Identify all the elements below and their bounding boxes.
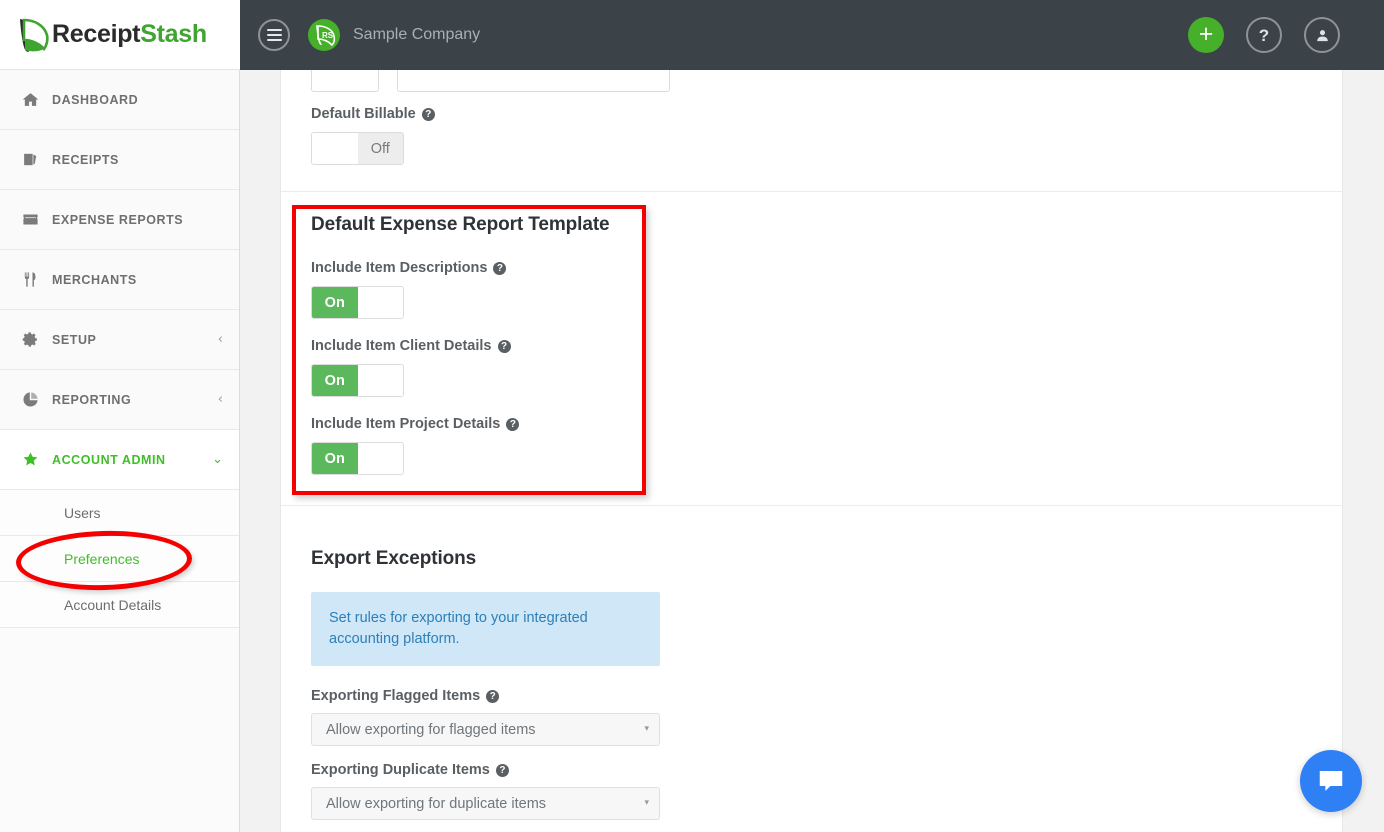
receipts-icon <box>22 151 48 168</box>
toggle-on-half: On <box>312 365 358 396</box>
sidebar-item-reporting[interactable]: REPORTING ‹ <box>0 370 239 430</box>
svg-text:RS: RS <box>322 31 334 40</box>
sidebar: DASHBOARD RECEIPTS EXPENSE REPORTS MERCH… <box>0 70 240 832</box>
sidebar-item-preferences[interactable]: Preferences <box>0 536 239 582</box>
include-item-descriptions-toggle[interactable]: On <box>311 286 404 319</box>
sidebar-item-label: ACCOUNT ADMIN <box>52 452 166 467</box>
toggle-on-half: On <box>312 287 358 318</box>
info-banner: Set rules for exporting to your integrat… <box>311 592 660 666</box>
sidebar-item-label: REPORTING <box>52 392 132 407</box>
default-billable-toggle[interactable]: Off <box>311 132 404 165</box>
chevron-left-icon: ‹ <box>217 392 223 407</box>
exporting-flagged-items-field: Exporting Flagged Items ? Allow exportin… <box>311 688 1342 746</box>
topbar-actions: + ? <box>1188 17 1340 53</box>
toggle-on-half <box>312 133 358 164</box>
toggle-off-half: Off <box>357 133 403 164</box>
toggle-off-half <box>357 443 403 474</box>
sidebar-item-label: SETUP <box>52 332 97 347</box>
chevron-down-icon: ⌄ <box>212 452 223 467</box>
field-label: Include Item Descriptions ? <box>311 260 1342 276</box>
hamburger-menu-icon[interactable] <box>258 19 290 51</box>
chevron-down-icon: ▾ <box>644 798 649 808</box>
exporting-duplicate-items-select[interactable]: Allow exporting for duplicate items ▾ <box>311 787 660 820</box>
main-content: Default Billable ? Off Default Expense R… <box>240 70 1384 832</box>
home-icon <box>22 91 48 108</box>
sidebar-item-label: MERCHANTS <box>52 272 137 287</box>
toggle-on-half: On <box>312 443 358 474</box>
sidebar-item-label: EXPENSE REPORTS <box>52 212 184 227</box>
help-icon[interactable]: ? <box>421 107 435 121</box>
include-item-project-details-toggle[interactable]: On <box>311 442 404 475</box>
star-icon <box>22 451 48 468</box>
section-title: Default Expense Report Template <box>311 214 610 235</box>
exporting-flagged-items-select[interactable]: Allow exporting for flagged items ▾ <box>311 713 660 746</box>
partially-visible-field-row <box>281 70 1342 92</box>
include-item-client-details-toggle[interactable]: On <box>311 364 404 397</box>
brand-logo[interactable]: ReceiptStash <box>0 0 240 70</box>
add-button[interactable]: + <box>1188 17 1224 53</box>
help-icon[interactable]: ? <box>495 763 509 777</box>
chevron-down-icon: ▾ <box>644 724 649 734</box>
help-icon[interactable]: ? <box>506 417 520 431</box>
merchants-icon <box>22 271 48 288</box>
sidebar-item-users[interactable]: Users <box>0 490 239 536</box>
exporting-duplicate-items-field: Exporting Duplicate Items ? Allow export… <box>311 762 1342 820</box>
plus-icon: + <box>1198 19 1214 48</box>
help-icon[interactable]: ? <box>497 339 511 353</box>
field-label: Exporting Duplicate Items ? <box>311 762 1342 778</box>
sidebar-item-label: DASHBOARD <box>52 92 139 107</box>
include-item-project-details-field: Include Item Project Details ? On <box>311 416 1342 475</box>
currency-input-stub[interactable] <box>311 70 379 92</box>
sidebar-item-account-admin[interactable]: ACCOUNT ADMIN ⌄ <box>0 430 239 490</box>
toggle-off-half <box>357 287 403 318</box>
sidebar-item-dashboard[interactable]: DASHBOARD <box>0 70 239 130</box>
field-label: Include Item Client Details ? <box>311 338 1342 354</box>
expense-reports-icon <box>22 211 48 228</box>
top-bar: RS Sample Company + ? <box>240 0 1384 70</box>
organization-name: Sample Company <box>353 26 481 43</box>
default-billable-section: Default Billable ? Off <box>281 92 1342 191</box>
sidebar-item-setup[interactable]: SETUP ‹ <box>0 310 239 370</box>
help-icon[interactable]: ? <box>493 261 507 275</box>
field-label: Exporting Flagged Items ? <box>311 688 1342 704</box>
chevron-left-icon: ‹ <box>217 332 223 347</box>
sidebar-item-merchants[interactable]: MERCHANTS <box>0 250 239 310</box>
account-button[interactable] <box>1304 17 1340 53</box>
receipt-stash-logo-icon <box>16 16 50 54</box>
expense-report-template-section: Default Expense Report Template Include … <box>281 192 1342 505</box>
select-value: Allow exporting for duplicate items <box>326 795 547 812</box>
user-account-icon <box>1316 29 1328 41</box>
avatar[interactable]: RS <box>308 19 340 51</box>
sidebar-item-receipts[interactable]: RECEIPTS <box>0 130 239 190</box>
text-input-stub[interactable] <box>397 70 670 92</box>
help-icon[interactable]: ? <box>486 689 500 703</box>
sidebar-item-expense-reports[interactable]: EXPENSE REPORTS <box>0 190 239 250</box>
gear-icon <box>22 331 48 348</box>
brand-name: ReceiptStash <box>52 20 207 48</box>
question-mark-icon: ? <box>1258 25 1270 45</box>
pie-chart-icon <box>22 391 48 408</box>
include-item-client-details-field: Include Item Client Details ? On <box>311 338 1342 397</box>
select-value: Allow exporting for flagged items <box>326 721 536 738</box>
include-item-descriptions-field: Include Item Descriptions ? On <box>311 260 1342 319</box>
section-title: Export Exceptions <box>311 548 477 569</box>
sidebar-item-account-details[interactable]: Account Details <box>0 582 239 628</box>
chat-launcher-button[interactable] <box>1300 750 1362 812</box>
chat-bubble-icon <box>1319 771 1343 791</box>
default-billable-label: Default Billable ? <box>311 106 1342 122</box>
app-root: ReceiptStash RS Sample Company + ? DASHB… <box>0 0 1384 832</box>
toggle-off-half <box>357 365 403 396</box>
sidebar-item-label: RECEIPTS <box>52 152 119 167</box>
field-label: Include Item Project Details ? <box>311 416 1342 432</box>
help-button[interactable]: ? <box>1246 17 1282 53</box>
export-exceptions-section: Export Exceptions Set rules for exportin… <box>281 506 1342 832</box>
settings-card: Default Billable ? Off Default Expense R… <box>280 70 1343 832</box>
